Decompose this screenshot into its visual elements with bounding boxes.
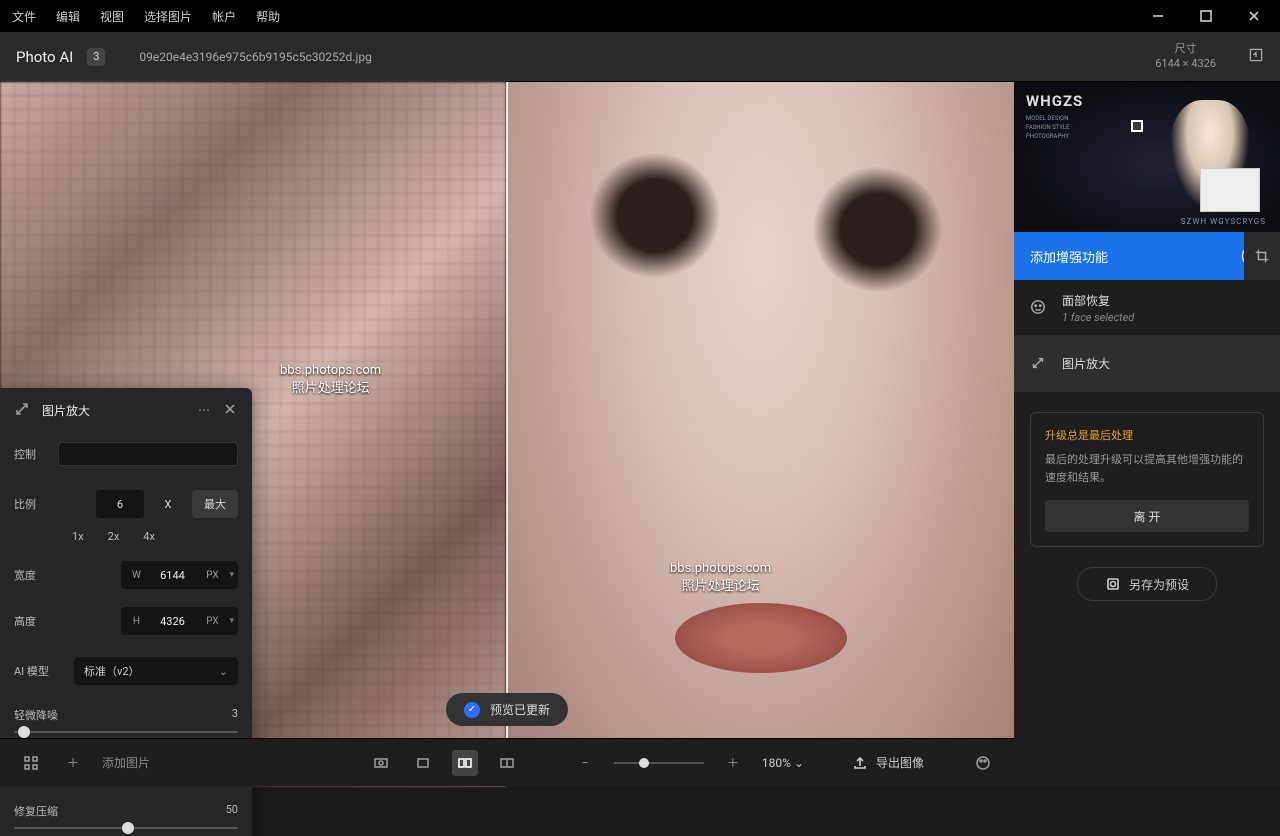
palette-icon[interactable] [970, 750, 996, 776]
view-side-icon[interactable] [494, 750, 520, 776]
compress-label: 修复压缩 [14, 803, 58, 819]
ratio-max-button[interactable]: 最大 [192, 490, 238, 518]
height-input[interactable]: H 4326 PX▾ [121, 607, 238, 635]
app-badge: 3 [87, 48, 105, 66]
top-bar: Photo AI 3 09e20e4e3196e975c6b9195c5c302… [0, 32, 1280, 82]
face-icon [1030, 299, 1048, 317]
maximize-button[interactable] [1192, 0, 1220, 32]
compress-slider[interactable] [14, 827, 238, 829]
enhance-upscale[interactable]: 图片放大 [1014, 336, 1280, 392]
app-name: Photo AI [16, 48, 73, 66]
menu-select-image[interactable]: 选择图片 [144, 8, 192, 25]
denoise-slider[interactable] [14, 731, 238, 733]
view-single-icon[interactable] [410, 750, 436, 776]
dimensions-value: 6144 × 4326 [1155, 57, 1216, 71]
enhance-face-recovery[interactable]: 面部恢复 1 face selected [1014, 280, 1280, 336]
zoom-percent[interactable]: 180% ⌄ [762, 756, 804, 770]
grid-icon[interactable] [18, 750, 44, 776]
preview-updated-toast: ✓ 预览已更新 [446, 693, 568, 726]
navigator-thumbnail[interactable]: WHGZS MODEL DESIGNFASHION STYLEPHOTOGRAP… [1014, 82, 1280, 232]
minimize-button[interactable] [1144, 0, 1172, 32]
view-fit-icon[interactable] [368, 750, 394, 776]
save-preset-button[interactable]: 另存为预设 [1077, 567, 1217, 601]
menu-view[interactable]: 视图 [100, 8, 124, 25]
menu-bar: 文件 编辑 视图 选择图片 帐户 帮助 [0, 0, 1280, 32]
menu-account[interactable]: 帐户 [212, 8, 236, 25]
compress-value: 50 [226, 803, 238, 819]
dimensions-label: 尺寸 [1155, 42, 1216, 56]
thumb-footer: SZWH WGYSCRYGS [1181, 217, 1266, 226]
close-button[interactable] [1240, 0, 1268, 32]
model-label: AI 模型 [14, 663, 64, 679]
scale-4x[interactable]: 4x [143, 530, 155, 543]
menu-file[interactable]: 文件 [12, 8, 36, 25]
thumb-title: WHGZS [1026, 92, 1083, 110]
panel-title: 图片放大 [42, 402, 186, 419]
control-label: 控制 [14, 446, 48, 462]
menu-edit[interactable]: 编辑 [56, 8, 80, 25]
file-name: 09e20e4e3196e975c6b9195c5c30252d.jpg [139, 50, 371, 64]
tip-title: 升级总是最后处理 [1045, 427, 1249, 443]
expand-icon [1030, 355, 1048, 373]
add-image-button[interactable]: ＋ [60, 750, 86, 776]
preset-icon [1105, 576, 1121, 592]
add-image-label[interactable]: 添加图片 [102, 754, 150, 771]
navigator-viewport[interactable] [1131, 120, 1143, 132]
panel-close-icon[interactable] [222, 401, 238, 420]
footer-bar: ＋ 添加图片 − ＋ 180% ⌄ 导出图像 [0, 738, 1014, 786]
zoom-in-button[interactable]: ＋ [720, 750, 746, 776]
control-input[interactable] [58, 442, 238, 466]
crop-button[interactable] [1244, 232, 1280, 280]
add-enhancement-button[interactable]: 添加增强功能 ＋ [1014, 232, 1280, 280]
ratio-label: 比例 [14, 496, 54, 512]
thumb-subtext: MODEL DESIGNFASHION STYLEPHOTOGRAPHY [1026, 114, 1070, 141]
ratio-value-input[interactable]: 6 [96, 490, 144, 518]
toast-text: 预览已更新 [490, 701, 550, 718]
export-icon [852, 755, 868, 771]
preview-after [508, 82, 1014, 786]
tip-body: 最后的处理升级可以提高其他增强功能的速度和结果。 [1045, 451, 1249, 486]
denoise-label: 轻微降噪 [14, 707, 58, 723]
right-sidebar: WHGZS MODEL DESIGNFASHION STYLEPHOTOGRAP… [1014, 82, 1280, 786]
ratio-x-label: X [152, 490, 184, 518]
scale-2x[interactable]: 2x [108, 530, 120, 543]
dimensions: 尺寸 6144 × 4326 [1155, 42, 1216, 71]
zoom-slider[interactable] [614, 762, 704, 764]
width-input[interactable]: W 6144 PX▾ [121, 561, 238, 589]
presentation-icon[interactable] [1248, 47, 1264, 66]
zoom-out-button[interactable]: − [572, 750, 598, 776]
view-split-icon[interactable] [452, 750, 478, 776]
width-label: 宽度 [14, 567, 54, 583]
expand-icon[interactable] [14, 401, 30, 420]
tip-box: 升级总是最后处理 最后的处理升级可以提高其他增强功能的速度和结果。 离 开 [1030, 412, 1264, 547]
menu-help[interactable]: 帮助 [256, 8, 280, 25]
scale-1x[interactable]: 1x [72, 530, 84, 543]
height-label: 高度 [14, 613, 54, 629]
export-button[interactable]: 导出图像 [852, 754, 924, 771]
check-icon: ✓ [464, 702, 480, 718]
more-icon[interactable]: ⋯ [198, 403, 210, 417]
denoise-value: 3 [232, 707, 238, 723]
model-select[interactable]: 标准（v2）⌄ [74, 657, 238, 685]
canvas-area[interactable]: bbs.photops.com照片处理论坛 bbs.photops.com照片处… [0, 82, 1014, 786]
tip-dismiss-button[interactable]: 离 开 [1045, 500, 1249, 532]
crop-icon [1254, 248, 1270, 264]
